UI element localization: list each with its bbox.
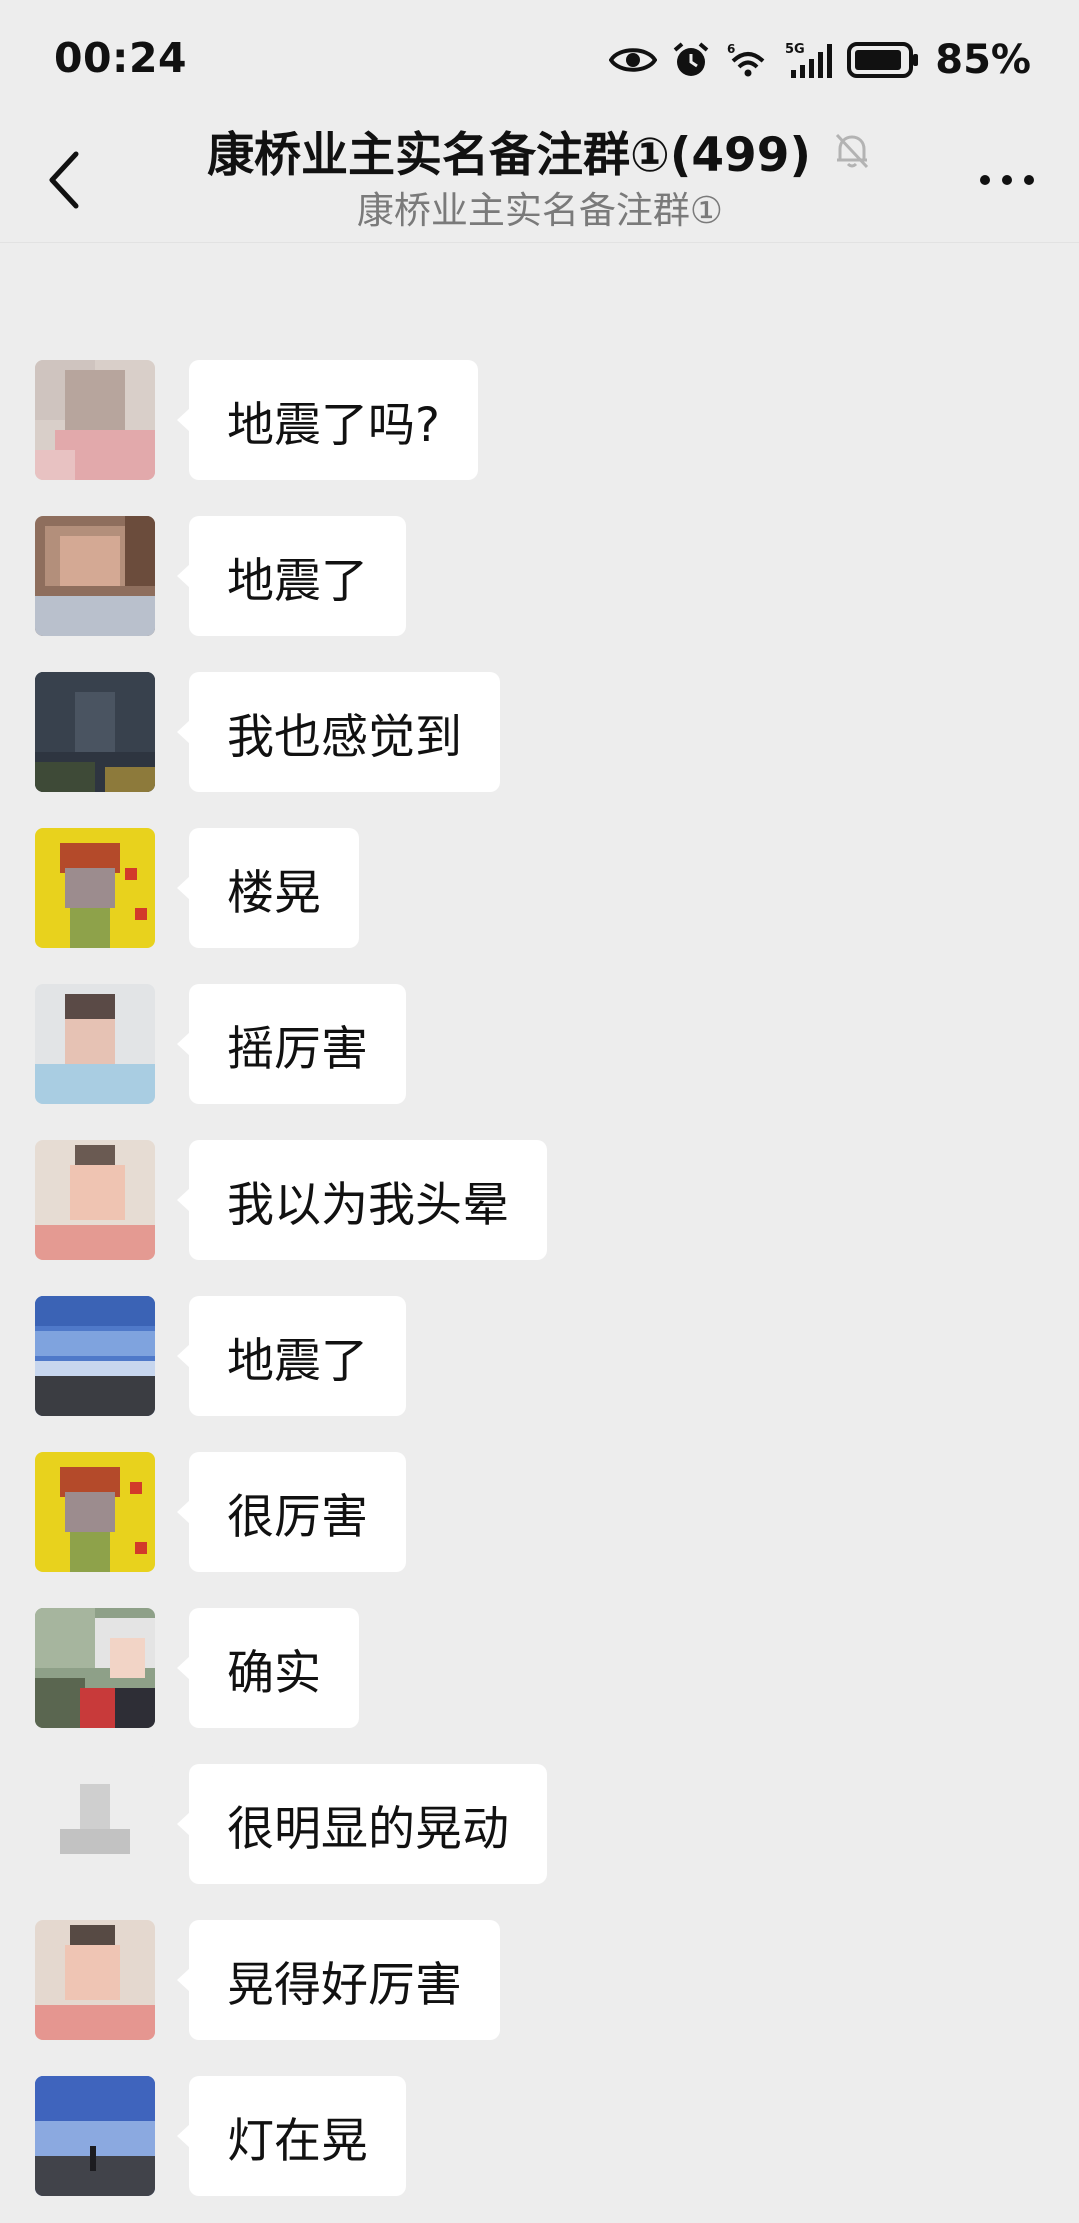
message-bubble[interactable]: 我也感觉到 <box>177 672 500 792</box>
message-text: 我以为我头晕 <box>227 1177 509 1233</box>
bell-off-icon <box>835 133 869 169</box>
message-bubble[interactable]: 摇厉害 <box>177 984 406 1104</box>
svg-text:6: 6 <box>727 42 735 56</box>
back-button[interactable] <box>28 134 100 226</box>
message-text: 地震了 <box>227 553 368 609</box>
message-bubble[interactable]: 地震了 <box>177 516 406 636</box>
status-icons: 6 5G 85% <box>609 30 1031 90</box>
message-text: 很厉害 <box>227 1489 368 1545</box>
chat-title: 康桥业主实名备注群①(499) <box>207 127 811 183</box>
message-row: 地震了 <box>0 1296 1079 1418</box>
message-row: 楼晃 <box>0 828 1079 950</box>
status-time: 00:24 <box>54 34 188 82</box>
message-row: 确实 <box>0 1608 1079 1730</box>
avatar[interactable] <box>35 1608 155 1728</box>
more-button[interactable] <box>959 144 1055 216</box>
message-row: 很厉害 <box>0 1452 1079 1574</box>
avatar[interactable] <box>35 1920 155 2040</box>
message-text: 确实 <box>227 1645 321 1701</box>
message-row: 我以为我头晕 <box>0 1140 1079 1262</box>
message-bubble[interactable]: 楼晃 <box>177 828 359 948</box>
svg-text:5G: 5G <box>785 42 805 57</box>
avatar[interactable] <box>35 1140 155 1260</box>
message-text: 我也感觉到 <box>227 709 462 765</box>
message-bubble[interactable]: 晃得好厉害 <box>177 1920 500 2040</box>
message-text: 地震了 <box>227 1333 368 1389</box>
avatar[interactable] <box>35 828 155 948</box>
message-row: 地震了吗? <box>0 360 1079 482</box>
chat-header: 康桥业主实名备注群①(499) 康桥业主实名备注群① <box>0 118 1079 243</box>
title-row: 康桥业主实名备注群①(499) <box>150 118 930 183</box>
message-text: 地震了吗? <box>227 397 440 453</box>
message-text: 晃得好厉害 <box>227 1957 462 2013</box>
message-bubble[interactable]: 灯在晃 <box>177 2076 406 2196</box>
message-bubble[interactable]: 地震了 <box>177 1296 406 1416</box>
avatar[interactable] <box>35 672 155 792</box>
avatar[interactable] <box>35 1452 155 1572</box>
chat-subtitle: 康桥业主实名备注群① <box>356 189 724 232</box>
signal-icon: 5G <box>785 42 833 78</box>
battery-percent: 85% <box>935 37 1031 83</box>
message-list[interactable]: 地震了吗? 地震了 我也感觉到 楼晃 摇厉害 我以为我头晕 地震了 很厉害 确实… <box>0 243 1079 2223</box>
eye-icon <box>609 48 658 72</box>
avatar[interactable] <box>35 1764 155 1884</box>
message-bubble[interactable]: 很明显的晃动 <box>177 1764 547 1884</box>
avatar[interactable] <box>35 984 155 1104</box>
battery-icon <box>847 42 919 78</box>
message-row: 我也感觉到 <box>0 672 1079 794</box>
message-text: 摇厉害 <box>227 1021 368 1077</box>
more-icon <box>980 175 1034 185</box>
avatar[interactable] <box>35 1296 155 1416</box>
message-row: 很明显的晃动 <box>0 1764 1079 1886</box>
wifi-icon: 6 <box>727 42 765 77</box>
message-row: 晃得好厉害 <box>0 1920 1079 2042</box>
back-icon <box>49 151 79 209</box>
message-row: 地震了 <box>0 516 1079 638</box>
status-bar: 00:24 6 5G 85% <box>0 0 1079 118</box>
avatar[interactable] <box>35 516 155 636</box>
message-bubble[interactable]: 地震了吗? <box>177 360 478 480</box>
message-bubble[interactable]: 我以为我头晕 <box>177 1140 547 1260</box>
message-text: 楼晃 <box>227 865 321 921</box>
avatar[interactable] <box>35 360 155 480</box>
message-bubble[interactable]: 确实 <box>177 1608 359 1728</box>
message-text: 很明显的晃动 <box>227 1801 509 1857</box>
avatar[interactable] <box>35 2076 155 2196</box>
message-row: 灯在晃 <box>0 2076 1079 2198</box>
alarm-icon <box>673 42 709 76</box>
message-text: 灯在晃 <box>227 2113 368 2169</box>
message-row: 摇厉害 <box>0 984 1079 1106</box>
message-bubble[interactable]: 很厉害 <box>177 1452 406 1572</box>
